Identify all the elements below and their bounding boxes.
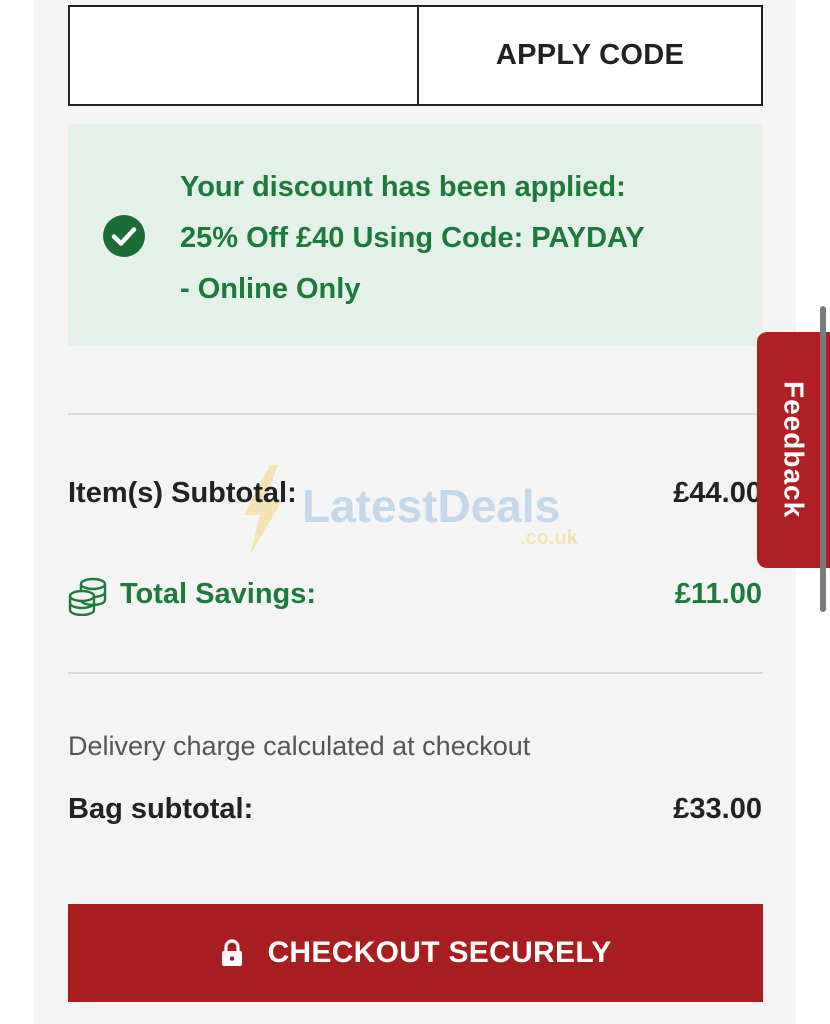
delivery-charge-note: Delivery charge calculated at checkout [68,731,531,761]
checkout-label: CHECKOUT SECURELY [267,936,612,969]
discount-applied-message: Your discount has been applied: 25% Off … [68,124,763,346]
items-subtotal-value: £44.00 [673,477,762,509]
checkout-securely-button[interactable]: CHECKOUT SECURELY [68,904,763,1002]
items-subtotal-label: Item(s) Subtotal: [68,477,297,509]
feedback-label: Feedback [778,381,810,519]
total-savings-label: Total Savings: [120,578,317,610]
promo-code-row: APPLY CODE [68,5,763,106]
apply-code-button[interactable]: APPLY CODE [419,5,763,106]
bag-subtotal-value: £33.00 [673,793,762,825]
scrollbar-thumb[interactable] [820,306,826,612]
discount-line-2: 25% Off £40 Using Code: PAYDAY [180,222,645,254]
discount-line-1: Your discount has been applied: [180,171,626,203]
lock-icon [222,939,243,966]
discount-line-3: - Online Only [180,273,361,305]
promo-code-input[interactable] [68,5,419,106]
total-savings-value: £11.00 [674,578,762,610]
discount-text: Your discount has been applied: 25% Off … [180,162,740,315]
divider [68,672,763,674]
divider [68,413,763,415]
bag-subtotal-label: Bag subtotal: [68,793,254,825]
check-circle-icon [103,215,145,257]
coins-icon [68,577,107,616]
